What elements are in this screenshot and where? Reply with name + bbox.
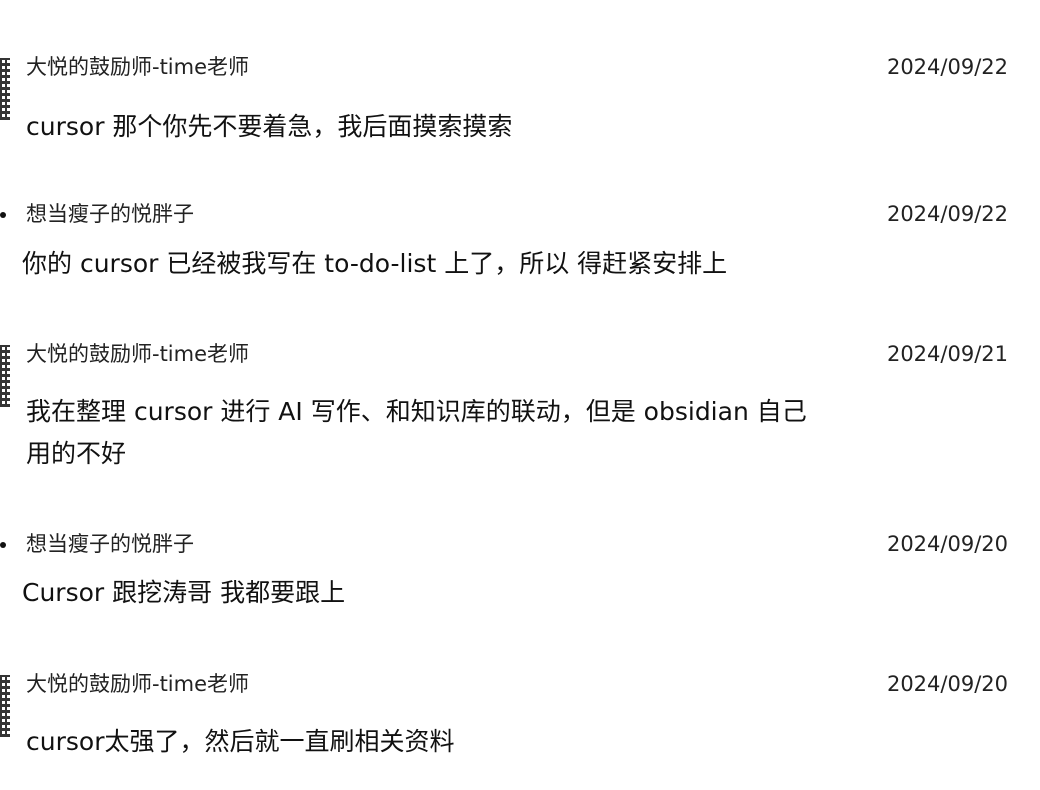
comment-text: 我在整理 cursor 进行 AI 写作、和知识库的联动，但是 obsidian…	[26, 397, 807, 468]
comment-author[interactable]: 大悦的鼓励师-time老师	[26, 340, 249, 368]
comment-text: cursor太强了，然后就一直刷相关资料	[26, 727, 455, 756]
avatar[interactable]	[0, 675, 10, 737]
avatar[interactable]	[0, 212, 6, 218]
avatar[interactable]	[0, 542, 6, 548]
comment-date: 2024/09/22	[886, 55, 1008, 79]
comment-author[interactable]: 想当瘦子的悦胖子	[26, 200, 194, 228]
comment-author[interactable]: 大悦的鼓励师-time老师	[26, 670, 249, 698]
comment-date: 2024/09/20	[886, 532, 1008, 556]
comment-text: 你的 cursor 已经被我写在 to-do-list 上了，所以 得赶紧安排上	[22, 249, 728, 278]
comment-text: Cursor 跟挖涛哥 我都要跟上	[22, 578, 346, 607]
comment-author[interactable]: 想当瘦子的悦胖子	[26, 530, 194, 558]
comment-text: cursor 那个你先不要着急，我后面摸索摸索	[26, 112, 513, 141]
comment-date: 2024/09/21	[886, 342, 1008, 366]
comment-date: 2024/09/20	[886, 672, 1008, 696]
comment-date: 2024/09/22	[886, 202, 1008, 226]
comment-author[interactable]: 大悦的鼓励师-time老师	[26, 53, 249, 81]
avatar[interactable]	[0, 58, 10, 120]
avatar[interactable]	[0, 345, 10, 407]
